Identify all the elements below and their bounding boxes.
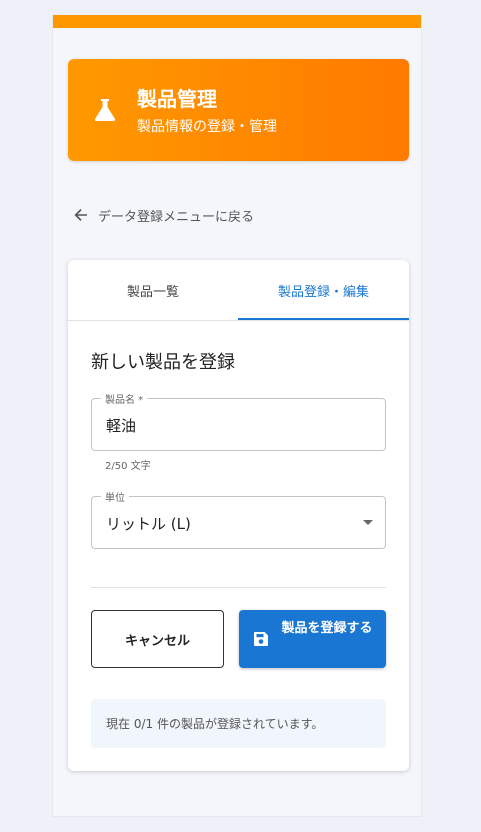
unit-label: 単位 xyxy=(101,489,129,504)
header-banner: 製品管理 製品情報の登録・管理 xyxy=(68,59,409,161)
back-link[interactable]: データ登録メニューに戻る xyxy=(73,203,254,227)
divider xyxy=(91,587,386,588)
app-frame: 製品管理 製品情報の登録・管理 データ登録メニューに戻る 製品一覧 製品登録・編… xyxy=(52,15,422,817)
tab-product-register[interactable]: 製品登録・編集 xyxy=(238,260,409,321)
page-title: 製品管理 xyxy=(137,87,217,111)
cancel-button[interactable]: キャンセル xyxy=(91,610,224,668)
product-name-label: 製品名 * xyxy=(101,391,148,406)
tab-bar: 製品一覧 製品登録・編集 xyxy=(68,260,409,321)
unit-select[interactable]: 単位 リットル (L) xyxy=(91,489,386,549)
registration-status-info: 現在 0/1 件の製品が登録されています。 xyxy=(91,699,386,748)
product-name-input[interactable]: 軽油 xyxy=(106,415,136,436)
save-button-label: 製品を登録する xyxy=(281,621,373,636)
page-subtitle: 製品情報の登録・管理 xyxy=(137,119,277,135)
save-icon xyxy=(254,632,268,646)
unit-value: リットル (L) xyxy=(106,515,191,533)
top-accent-bar xyxy=(53,15,421,28)
flask-icon xyxy=(94,99,116,121)
form-card: 製品一覧 製品登録・編集 新しい製品を登録 製品名 * 軽油 2/50 文字 単… xyxy=(68,260,409,771)
dropdown-arrow-icon[interactable] xyxy=(363,520,373,525)
form-title: 新しい製品を登録 xyxy=(91,352,235,373)
active-tab-indicator xyxy=(238,318,409,320)
back-link-label: データ登録メニューに戻る xyxy=(98,209,255,225)
arrow-left-icon xyxy=(74,209,87,221)
char-count-helper: 2/50 文字 xyxy=(105,461,151,472)
tab-product-list[interactable]: 製品一覧 xyxy=(68,260,238,321)
save-product-button[interactable]: 製品を登録する xyxy=(239,610,386,668)
product-name-field[interactable]: 製品名 * 軽油 xyxy=(91,391,386,451)
